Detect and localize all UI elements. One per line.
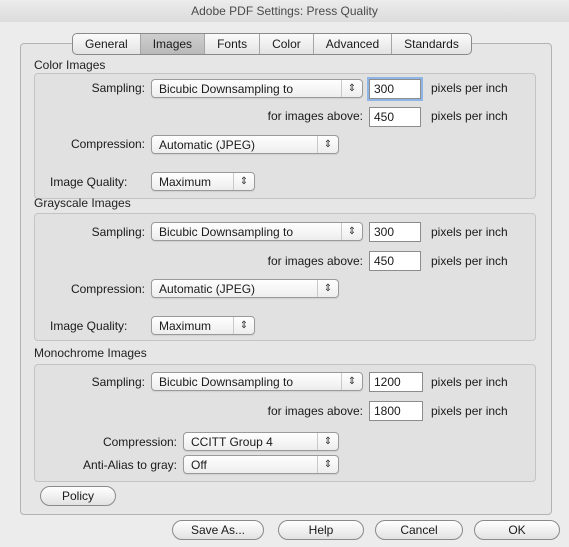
- mono-compression-popup[interactable]: CCITT Group 4 ⇕: [183, 432, 339, 451]
- color-compression-value: Automatic (JPEG): [159, 138, 256, 152]
- mono-ppi-unit: pixels per inch: [431, 375, 508, 389]
- mono-compression-label: Compression:: [102, 435, 177, 449]
- mono-antialias-label: Anti-Alias to gray:: [82, 458, 177, 472]
- gray-compression-value: Automatic (JPEG): [159, 282, 256, 296]
- window-title: Adobe PDF Settings: Press Quality: [0, 0, 569, 22]
- updown-arrows-icon: ⇕: [317, 456, 338, 473]
- color-sampling-value: Bicubic Downsampling to: [159, 82, 294, 96]
- updown-arrows-icon: ⇕: [233, 317, 254, 334]
- mono-antialias-value: Off: [191, 458, 207, 472]
- mono-antialias-popup[interactable]: Off ⇕: [183, 455, 339, 474]
- gray-quality-popup[interactable]: Maximum ⇕: [151, 316, 255, 335]
- tab-standards[interactable]: Standards: [392, 34, 471, 54]
- updown-arrows-icon: ⇕: [317, 433, 338, 450]
- gray-above-label: for images above:: [267, 254, 363, 268]
- mono-above-unit: pixels per inch: [431, 404, 508, 418]
- gray-ppi-field[interactable]: 300: [369, 222, 421, 242]
- mono-above-field[interactable]: 1800: [369, 401, 423, 421]
- mono-sampling-popup[interactable]: Bicubic Downsampling to ⇕: [151, 372, 363, 391]
- gray-ppi-unit: pixels per inch: [431, 225, 508, 239]
- color-above-unit: pixels per inch: [431, 109, 508, 123]
- mono-sampling-label: Sampling:: [91, 375, 145, 389]
- gray-compression-popup[interactable]: Automatic (JPEG) ⇕: [151, 279, 339, 298]
- cancel-button[interactable]: Cancel: [375, 520, 463, 540]
- color-ppi-unit: pixels per inch: [431, 81, 508, 95]
- mono-compression-value: CCITT Group 4: [191, 435, 273, 449]
- color-sampling-label: Sampling:: [91, 81, 145, 95]
- gray-sampling-popup[interactable]: Bicubic Downsampling to ⇕: [151, 222, 363, 241]
- color-quality-value: Maximum: [159, 175, 212, 189]
- color-quality-label: Image Quality:: [50, 175, 128, 189]
- gray-compression-label: Compression:: [70, 282, 145, 296]
- tab-advanced[interactable]: Advanced: [314, 34, 393, 54]
- grayscale-images-title: Grayscale Images: [34, 196, 131, 210]
- gray-above-field[interactable]: 450: [369, 251, 421, 271]
- monochrome-images-title: Monochrome Images: [34, 346, 147, 360]
- updown-arrows-icon: ⇕: [317, 136, 338, 153]
- mono-sampling-value: Bicubic Downsampling to: [159, 375, 294, 389]
- color-compression-popup[interactable]: Automatic (JPEG) ⇕: [151, 135, 339, 154]
- pdf-settings-dialog: Adobe PDF Settings: Press Quality Genera…: [0, 0, 569, 547]
- tab-general[interactable]: General: [73, 34, 141, 54]
- gray-sampling-value: Bicubic Downsampling to: [159, 225, 294, 239]
- gray-sampling-label: Sampling:: [91, 225, 145, 239]
- mono-above-label: for images above:: [267, 404, 363, 418]
- color-images-title: Color Images: [34, 58, 106, 72]
- gray-quality-value: Maximum: [159, 319, 212, 333]
- updown-arrows-icon: ⇕: [317, 280, 338, 297]
- color-quality-popup[interactable]: Maximum ⇕: [151, 172, 255, 191]
- save-as-button[interactable]: Save As...: [172, 520, 264, 540]
- updown-arrows-icon: ⇕: [341, 80, 362, 97]
- tab-fonts[interactable]: Fonts: [205, 34, 261, 54]
- color-above-field[interactable]: 450: [369, 107, 421, 127]
- color-ppi-field[interactable]: 300: [369, 79, 421, 99]
- tab-color[interactable]: Color: [260, 34, 314, 54]
- updown-arrows-icon: ⇕: [341, 223, 362, 240]
- gray-quality-label: Image Quality:: [50, 319, 128, 333]
- tab-bar: General Images Fonts Color Advanced Stan…: [72, 33, 472, 55]
- updown-arrows-icon: ⇕: [341, 373, 362, 390]
- color-compression-label: Compression:: [70, 137, 145, 151]
- policy-button[interactable]: Policy: [40, 486, 116, 506]
- help-button[interactable]: Help: [278, 520, 364, 540]
- tab-images[interactable]: Images: [140, 34, 206, 54]
- color-above-label: for images above:: [267, 109, 363, 123]
- mono-ppi-field[interactable]: 1200: [369, 372, 423, 392]
- ok-button[interactable]: OK: [474, 520, 560, 540]
- color-sampling-popup[interactable]: Bicubic Downsampling to ⇕: [151, 79, 363, 98]
- gray-above-unit: pixels per inch: [431, 254, 508, 268]
- updown-arrows-icon: ⇕: [233, 173, 254, 190]
